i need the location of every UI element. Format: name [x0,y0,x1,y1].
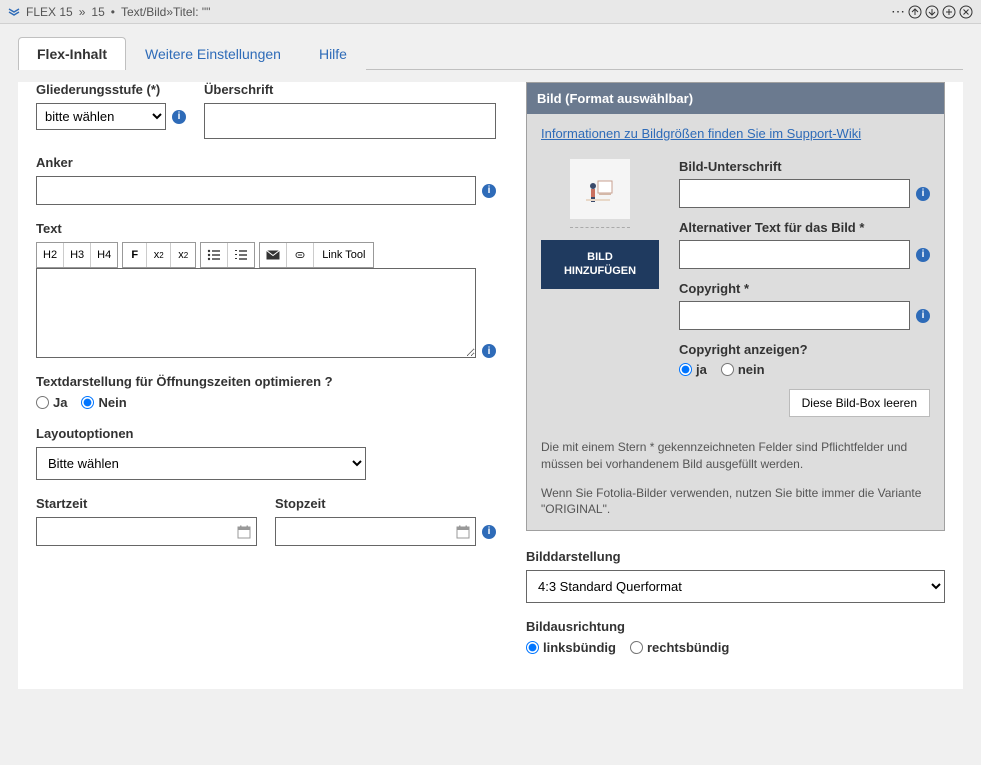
chevron-down-icon[interactable] [8,7,20,17]
superscript-button[interactable]: x2 [147,243,171,267]
clear-bild-box-button[interactable]: Diese Bild-Box leeren [789,389,930,417]
bullet: • [111,5,115,19]
tab-hilfe[interactable]: Hilfe [300,37,366,70]
oeffnungszeiten-label: Textdarstellung für Öffnungszeiten optim… [36,374,496,389]
info-icon[interactable]: i [172,110,186,124]
layout-select[interactable]: Bitte wählen [36,447,366,480]
info-icon[interactable]: i [916,187,930,201]
text-label: Text [36,221,496,236]
calendar-icon[interactable] [237,525,251,539]
tab-weitere-einstellungen[interactable]: Weitere Einstellungen [126,37,300,70]
bildausrichtung-links-radio[interactable] [526,641,539,654]
bild-panel-header: Bild (Format auswählbar) [527,83,944,114]
oeffnungszeiten-ja[interactable]: Ja [36,395,67,410]
copyright-show-nein[interactable]: nein [721,362,765,377]
text-textarea[interactable] [36,268,476,358]
bildausrichtung-rechts[interactable]: rechtsbündig [630,640,729,655]
add-icon[interactable] [942,5,956,19]
oeffnungszeiten-ja-radio[interactable] [36,396,49,409]
link-button[interactable] [287,243,314,267]
bild-unterschrift-input[interactable] [679,179,910,208]
bildausrichtung-links[interactable]: linksbündig [526,640,616,655]
stopzeit-label: Stopzeit [275,496,496,511]
bilddarstellung-select[interactable]: 4:3 Standard Querformat [526,570,945,603]
info-icon[interactable]: i [482,184,496,198]
ueberschrift-input[interactable] [204,103,496,139]
copyright-show-nein-radio[interactable] [721,363,734,376]
rte-toolbar: H2 H3 H4 F x2 x2 [36,242,496,268]
startzeit-label: Startzeit [36,496,257,511]
copyright-input[interactable] [679,301,910,330]
app-name: FLEX 15 [26,5,73,19]
info-icon[interactable]: i [482,525,496,539]
gliederung-select[interactable]: bitte wählen [36,103,166,130]
bild-unterschrift-label: Bild-Unterschrift [679,159,930,174]
move-down-icon[interactable] [925,5,939,19]
bilddarstellung-label: Bilddarstellung [526,549,945,564]
linktool-button[interactable]: Link Tool [314,243,373,267]
bild-panel: Bild (Format auswählbar) Informationen z… [526,82,945,531]
alt-text-input[interactable] [679,240,910,269]
gliederung-label: Gliederungsstufe (*) [36,82,186,97]
hint-required: Die mit einem Stern * gekennzeichneten F… [541,429,930,473]
h2-button[interactable]: H2 [37,243,64,267]
startzeit-input[interactable] [36,517,257,546]
image-thumbnail [570,159,630,219]
subscript-button[interactable]: x2 [171,243,195,267]
tabs: Flex-Inhalt Weitere Einstellungen Hilfe [18,36,963,70]
add-image-button[interactable]: BILD HINZUFÜGEN [541,240,659,289]
tab-flex-inhalt[interactable]: Flex-Inhalt [18,37,126,70]
bildausrichtung-label: Bildausrichtung [526,619,945,634]
title-label: Titel: [173,5,199,19]
breadcrumb-sep: » [79,5,86,19]
item-type: Text/Bild [121,5,166,19]
copyright-show-label: Copyright anzeigen? [679,342,930,357]
anker-input[interactable] [36,176,476,205]
titlebar: FLEX 15 » 15 • Text/Bild»Titel: "" ⋯ [0,0,981,24]
layout-label: Layoutoptionen [36,426,496,441]
move-up-icon[interactable] [908,5,922,19]
h3-button[interactable]: H3 [64,243,91,267]
title-value: "" [202,5,211,19]
breadcrumb-sep2: » [166,5,173,19]
copyright-show-ja[interactable]: ja [679,362,707,377]
anker-label: Anker [36,155,496,170]
alt-text-label: Alternativer Text für das Bild * [679,220,930,235]
more-icon[interactable]: ⋯ [891,3,905,20]
close-icon[interactable] [959,5,973,19]
bildausrichtung-rechts-radio[interactable] [630,641,643,654]
mail-button[interactable] [260,243,287,267]
support-wiki-link[interactable]: Informationen zu Bildgrößen finden Sie i… [541,126,861,141]
copyright-label: Copyright * [679,281,930,296]
h4-button[interactable]: H4 [91,243,117,267]
bold-button[interactable]: F [123,243,147,267]
info-icon[interactable]: i [482,344,496,358]
ueberschrift-label: Überschrift [204,82,496,97]
oeffnungszeiten-nein-radio[interactable] [81,396,94,409]
info-icon[interactable]: i [916,309,930,323]
info-icon[interactable]: i [916,248,930,262]
copyright-show-ja-radio[interactable] [679,363,692,376]
calendar-icon[interactable] [456,525,470,539]
stopzeit-input[interactable] [275,517,476,546]
ordered-list-button[interactable] [228,243,254,267]
oeffnungszeiten-nein[interactable]: Nein [81,395,126,410]
unordered-list-button[interactable] [201,243,228,267]
item-number: 15 [91,5,104,19]
hint-fotolia: Wenn Sie Fotolia-Bilder verwenden, nutze… [541,485,930,519]
